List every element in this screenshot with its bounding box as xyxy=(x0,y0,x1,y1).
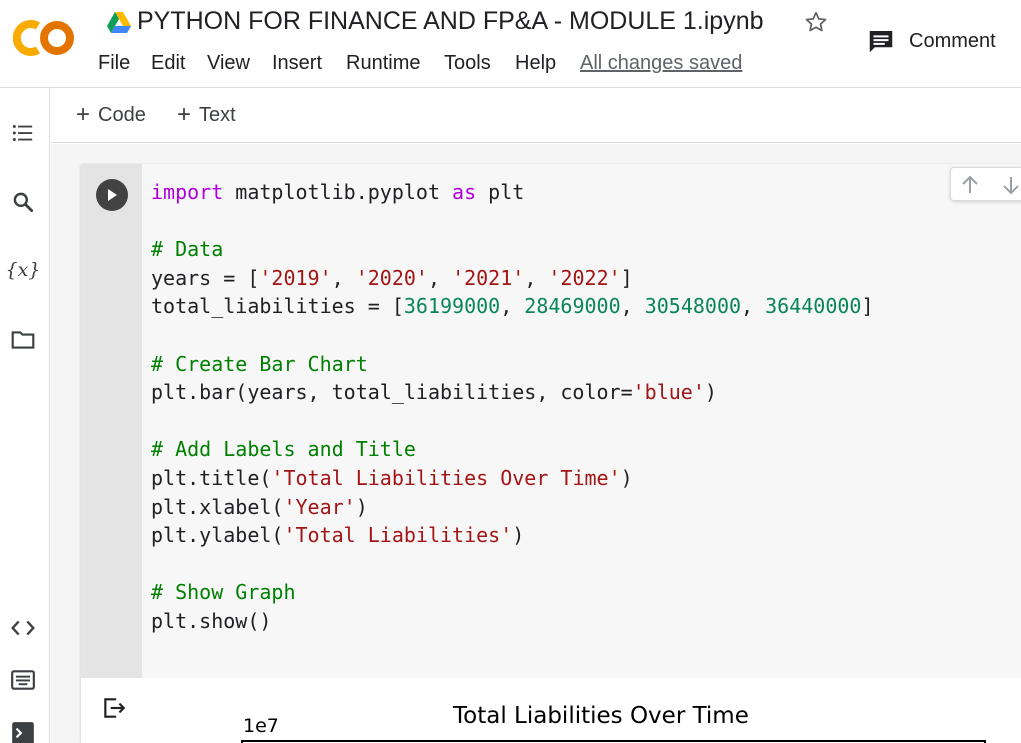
code-text[interactable]: import matplotlib.pyplot as plt # Data ye… xyxy=(151,178,874,636)
code-line: plt.show() xyxy=(151,608,272,633)
star-icon[interactable] xyxy=(803,9,829,35)
code-line: plt.bar(years, total_liabilities, color=… xyxy=(151,380,717,405)
code-line: years = ['2019', '2020', '2021', '2022'] xyxy=(151,265,633,290)
variables-icon[interactable]: {x} xyxy=(6,256,41,284)
menu-runtime[interactable]: Runtime xyxy=(346,52,444,75)
comment-icon xyxy=(869,31,893,53)
search-icon[interactable] xyxy=(9,188,37,216)
colab-logo[interactable] xyxy=(12,18,78,58)
notebook-title[interactable]: PYTHON FOR FINANCE AND FP&A - MODULE 1.i… xyxy=(137,7,764,36)
code-line: plt.xlabel('Year') xyxy=(151,494,368,519)
code-line: total_liabilities = [36199000, 28469000,… xyxy=(151,294,874,319)
menu-edit[interactable]: Edit xyxy=(151,52,207,75)
google-drive-icon[interactable] xyxy=(107,12,131,34)
chart-axis-exponent: 1e7 xyxy=(243,715,279,737)
code-line: plt.title('Total Liabilities Over Time') xyxy=(151,465,633,490)
menu-insert[interactable]: Insert xyxy=(272,52,346,75)
comment-button[interactable]: Comment xyxy=(866,26,996,56)
menu-bar: File Edit View Insert Runtime Tools Help… xyxy=(98,52,742,75)
code-line: # Add Labels and Title xyxy=(151,437,416,462)
command-palette-icon[interactable] xyxy=(9,666,37,694)
menu-tools[interactable]: Tools xyxy=(444,52,515,75)
code-line: plt.ylabel('Total Liabilities') xyxy=(151,523,525,548)
code-line: # Create Bar Chart xyxy=(151,351,368,376)
notebook-toolbar: + Code + Text xyxy=(51,89,1021,143)
terminal-icon[interactable] xyxy=(9,719,37,743)
menu-file[interactable]: File xyxy=(98,52,151,75)
files-icon[interactable] xyxy=(9,326,37,354)
code-line: # Data xyxy=(151,237,224,262)
code-snippets-icon[interactable] xyxy=(9,614,37,642)
menu-view[interactable]: View xyxy=(207,52,272,75)
app-header: PYTHON FOR FINANCE AND FP&A - MODULE 1.i… xyxy=(0,0,1021,88)
plus-icon: + xyxy=(177,101,192,128)
code-line: import matplotlib.pyplot as plt xyxy=(151,180,525,204)
comment-label: Comment xyxy=(909,29,996,52)
left-sidebar: {x} xyxy=(0,89,50,743)
move-cell-down-icon[interactable] xyxy=(999,173,1021,197)
cell-toolbar xyxy=(950,167,1021,201)
code-editor[interactable]: import matplotlib.pyplot as plt # Data ye… xyxy=(142,164,1021,678)
add-code-label: Code xyxy=(98,103,146,126)
notebook-area: import matplotlib.pyplot as plt # Data ye… xyxy=(51,144,1021,743)
cell-gutter xyxy=(81,164,142,678)
plus-icon: + xyxy=(76,101,91,128)
move-cell-up-icon[interactable] xyxy=(958,173,982,197)
add-text-cell-button[interactable]: + Text xyxy=(177,103,236,127)
chart-title: Total Liabilities Over Time xyxy=(453,703,749,729)
menu-help[interactable]: Help xyxy=(515,52,580,75)
table-of-contents-icon[interactable] xyxy=(9,119,37,147)
add-text-label: Text xyxy=(199,103,236,126)
output-actions-icon[interactable] xyxy=(101,695,127,721)
code-cell[interactable]: import matplotlib.pyplot as plt # Data ye… xyxy=(81,164,1021,743)
save-status-link[interactable]: All changes saved xyxy=(580,52,742,75)
code-line: # Show Graph xyxy=(151,580,296,605)
play-icon xyxy=(108,189,117,201)
add-code-cell-button[interactable]: + Code xyxy=(76,103,146,127)
run-cell-button[interactable] xyxy=(96,179,128,211)
cell-output: 1e7 Total Liabilities Over Time xyxy=(81,678,1021,743)
